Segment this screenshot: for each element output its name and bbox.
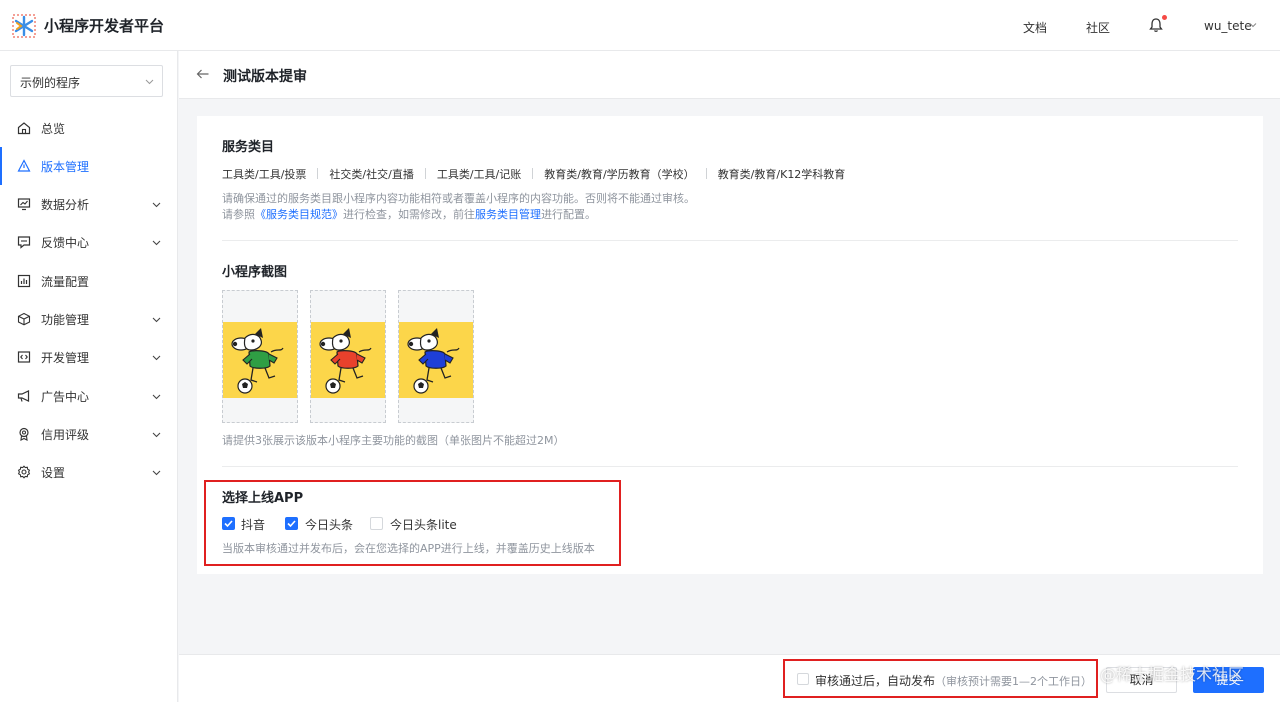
traffic-icon bbox=[17, 274, 31, 288]
docs-link[interactable]: 文档 bbox=[1023, 19, 1047, 36]
hint-text: 请参照 bbox=[222, 208, 255, 221]
top-bar: 小程序开发者平台 文档 社区 wu_tete bbox=[0, 0, 1280, 51]
gear-icon bbox=[17, 465, 31, 479]
divider bbox=[222, 240, 1238, 241]
sidebar-item-analytics[interactable]: 数据分析 bbox=[0, 185, 177, 223]
category-spec-link[interactable]: 《服务类目规范》 bbox=[255, 208, 343, 221]
sidebar-item-label: 总览 bbox=[41, 122, 66, 136]
sidebar-item-feedback[interactable]: 反馈中心 bbox=[0, 223, 177, 261]
screenshots-hint: 请提供3张展示该版本小程序主要功能的截图（单张图片不能超过2M） bbox=[222, 434, 565, 447]
category-item: 工具类/工具/记账 bbox=[436, 168, 522, 181]
chevron-down-icon[interactable] bbox=[1249, 21, 1257, 29]
separator bbox=[424, 168, 426, 179]
chevron-down-icon bbox=[152, 317, 161, 323]
sidebar-item-traffic[interactable]: 流量配置 bbox=[0, 262, 177, 300]
active-indicator bbox=[0, 147, 2, 185]
sidebar-item-label: 信用评级 bbox=[41, 428, 90, 442]
highlight-box bbox=[783, 659, 1098, 698]
sidebar-item-ads[interactable]: 广告中心 bbox=[0, 377, 177, 415]
dog-illustration-image bbox=[311, 322, 385, 398]
app-selector[interactable]: 示例的程序 bbox=[10, 65, 163, 97]
chevron-down-icon bbox=[152, 240, 161, 246]
sidebar-item-label: 设置 bbox=[41, 466, 66, 480]
chevron-down-icon bbox=[145, 79, 154, 85]
dog-illustration-image bbox=[223, 322, 297, 398]
separator bbox=[317, 168, 319, 179]
sidebar-item-label: 流量配置 bbox=[41, 275, 90, 289]
sidebar-item-credit[interactable]: 信用评级 bbox=[0, 415, 177, 453]
megaphone-icon bbox=[17, 390, 30, 402]
sidebar-item-overview[interactable]: 总览 bbox=[0, 109, 177, 147]
separator bbox=[532, 168, 534, 179]
chevron-down-icon bbox=[152, 470, 161, 476]
feedback-icon bbox=[17, 236, 31, 249]
screenshot-thumb-2[interactable] bbox=[310, 290, 386, 423]
bell-icon[interactable] bbox=[1148, 17, 1164, 33]
sidebar: 示例的程序 总览 版本管理 数据分析 反馈中心 流量配置 功能管理 开发管理 广… bbox=[0, 51, 178, 702]
page-header: 测试版本提审 bbox=[179, 51, 1280, 99]
watermark: @稀土掘金技术社区 bbox=[1100, 665, 1245, 684]
app-selector-label: 示例的程序 bbox=[20, 76, 81, 90]
hint-text: 进行检查，如需修改，前往 bbox=[343, 208, 475, 221]
sidebar-item-label: 广告中心 bbox=[41, 390, 90, 404]
category-item: 工具类/工具/投票 bbox=[222, 168, 307, 181]
code-icon bbox=[17, 351, 31, 363]
platform-logo-icon[interactable] bbox=[12, 14, 36, 38]
sidebar-item-version[interactable]: 版本管理 bbox=[0, 147, 177, 185]
screenshot-thumb-1[interactable] bbox=[222, 290, 298, 423]
category-manage-link[interactable]: 服务类目管理 bbox=[475, 208, 541, 221]
separator bbox=[705, 168, 707, 179]
chevron-down-icon bbox=[152, 432, 161, 438]
highlight-box bbox=[204, 480, 621, 566]
version-icon bbox=[17, 159, 31, 172]
sidebar-item-settings[interactable]: 设置 bbox=[0, 453, 177, 491]
chart-icon bbox=[17, 198, 31, 211]
category-hint-links: 请参照《服务类目规范》进行检查，如需修改，前往服务类目管理进行配置。 bbox=[222, 206, 596, 222]
sidebar-item-label: 开发管理 bbox=[41, 351, 90, 365]
divider bbox=[222, 466, 1238, 467]
sidebar-item-features[interactable]: 功能管理 bbox=[0, 300, 177, 338]
category-item: 教育类/教育/学历教育（学校） bbox=[544, 168, 695, 181]
home-icon bbox=[17, 122, 31, 135]
sidebar-item-label: 数据分析 bbox=[41, 198, 90, 212]
sidebar-item-label: 功能管理 bbox=[41, 313, 90, 327]
screenshot-thumb-3[interactable] bbox=[398, 290, 474, 423]
back-arrow-icon[interactable] bbox=[196, 67, 210, 81]
sidebar-item-label: 反馈中心 bbox=[41, 236, 90, 250]
notification-dot bbox=[1162, 15, 1167, 20]
dog-illustration-image bbox=[399, 322, 473, 398]
chevron-down-icon bbox=[152, 394, 161, 400]
community-link[interactable]: 社区 bbox=[1086, 19, 1110, 36]
brand-title[interactable]: 小程序开发者平台 bbox=[44, 15, 164, 36]
category-list: 工具类/工具/投票 社交类/社交/直播 工具类/工具/记账 教育类/教育/学历教育（学… bbox=[222, 166, 845, 182]
category-hint: 请确保通过的服务类目跟小程序内容功能相符或者覆盖小程序的内容功能。否则将不能通过… bbox=[222, 192, 695, 205]
user-menu[interactable]: wu_tete bbox=[1204, 19, 1252, 33]
page-title: 测试版本提审 bbox=[223, 69, 307, 85]
chevron-down-icon bbox=[152, 355, 161, 361]
chevron-down-icon bbox=[152, 202, 161, 208]
screenshots-title: 小程序截图 bbox=[222, 265, 288, 280]
sidebar-item-label: 版本管理 bbox=[41, 160, 90, 174]
category-item: 社交类/社交/直播 bbox=[329, 168, 414, 181]
category-item: 教育类/教育/K12学科教育 bbox=[717, 168, 846, 181]
cube-icon bbox=[17, 312, 31, 326]
hint-text: 进行配置。 bbox=[541, 208, 596, 221]
service-category-title: 服务类目 bbox=[222, 140, 275, 155]
sidebar-item-development[interactable]: 开发管理 bbox=[0, 338, 177, 376]
badge-icon bbox=[19, 427, 29, 441]
